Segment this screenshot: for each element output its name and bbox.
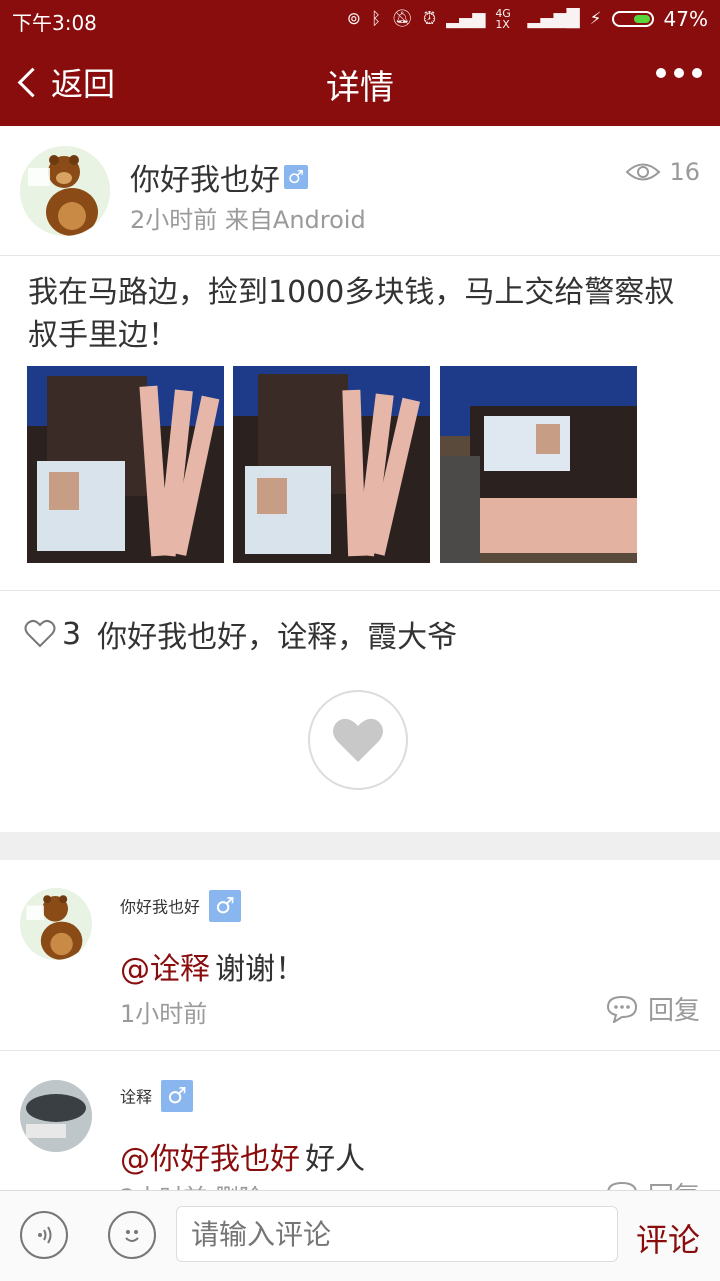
status-icons: ⊚ ᛒ 🔕︎ ⏰︎ ▂▄▆ 4G 1X ▂▄▆█ ⚡︎ 47%	[347, 7, 708, 31]
battery-percent: 47%	[663, 7, 708, 31]
divider	[0, 255, 720, 256]
comment-body: @诠释 谢谢！	[120, 944, 305, 988]
page-title: 详情	[326, 68, 394, 108]
comment-text: 好人	[305, 1142, 366, 1177]
male-gender-icon: ♂	[284, 165, 308, 189]
network-type-label: 4G 1X	[495, 7, 511, 31]
reply-button[interactable]: 回复	[606, 990, 700, 1027]
view-count-value: 16	[669, 158, 700, 186]
like-count: 3	[62, 616, 82, 652]
voice-icon	[38, 1226, 52, 1244]
status-time: 下午3:08	[12, 11, 97, 35]
post-photo[interactable]	[27, 366, 224, 563]
post-meta: 2小时前 来自Android	[130, 206, 366, 234]
mute-icon: 🔕︎	[391, 9, 413, 29]
mention-link[interactable]: @你好我也好	[120, 1142, 300, 1177]
comment-author-name[interactable]: 你好我也好 ♂	[120, 890, 242, 922]
more-dot-icon	[656, 68, 666, 78]
hotspot-icon: ⊚	[346, 9, 362, 29]
heart-icon	[333, 718, 383, 762]
more-dot-icon	[674, 68, 684, 78]
likes-summary: 3 你好我也好，诠释，霞大爷	[24, 612, 457, 656]
submit-comment-button[interactable]: 评论	[636, 1215, 700, 1261]
male-gender-icon: ♂	[209, 890, 242, 922]
comment-author-name-text: 诠释	[120, 1087, 153, 1107]
liked-by-list: 你好我也好，诠释，霞大爷	[97, 620, 458, 655]
cell-signal-icon: ▂▄▆█	[527, 9, 580, 29]
voice-input-button[interactable]	[20, 1211, 68, 1259]
male-gender-icon: ♂	[161, 1080, 194, 1112]
status-bar: 下午3:08 ⊚ ᛒ 🔕︎ ⏰︎ ▂▄▆ 4G 1X ▂▄▆█ ⚡︎ 47%	[0, 0, 720, 38]
reply-label: 回复	[647, 996, 700, 1026]
comment-body: @你好我也好 好人	[120, 1134, 365, 1178]
charging-icon: ⚡︎	[589, 9, 602, 29]
view-count: 16	[625, 158, 700, 186]
post-photo[interactable]	[440, 366, 637, 563]
comment-author-avatar[interactable]	[20, 888, 92, 960]
mention-link[interactable]: @诠释	[120, 952, 210, 987]
divider	[0, 590, 720, 591]
comment-author-avatar[interactable]	[20, 1080, 92, 1152]
comment-author-name-text: 你好我也好	[120, 897, 201, 917]
comment-bubble-icon	[606, 995, 637, 1023]
heart-outline-icon	[24, 619, 56, 648]
post-author-avatar[interactable]	[20, 146, 110, 236]
comment-composer: 评论	[0, 1190, 720, 1281]
smiley-icon	[125, 1230, 139, 1242]
emoji-button[interactable]	[108, 1211, 156, 1259]
alarm-icon: ⏰︎	[422, 9, 437, 29]
signal-bars-icon: ▂▄▆	[446, 9, 486, 29]
post-photo[interactable]	[233, 366, 430, 563]
like-button[interactable]	[308, 690, 408, 790]
comment-input[interactable]	[176, 1206, 618, 1262]
post-author-name[interactable]: 你好我也好 ♂	[130, 155, 308, 199]
divider	[0, 1050, 720, 1051]
bluetooth-icon: ᛒ	[371, 9, 382, 29]
comment-author-name[interactable]: 诠释 ♂	[120, 1080, 194, 1112]
eye-icon	[625, 163, 661, 181]
post-text: 我在马路边，捡到1000多块钱，马上交给警察叔叔手里边！	[28, 275, 675, 353]
comment-text: 谢谢！	[215, 952, 306, 987]
battery-icon	[611, 11, 654, 27]
more-menu-button[interactable]	[656, 68, 702, 78]
nav-bar: 返回 详情	[0, 38, 720, 126]
section-separator	[0, 832, 720, 860]
more-dot-icon	[692, 68, 702, 78]
comment-time: 1小时前	[120, 1000, 208, 1028]
post-author-name-text: 你好我也好	[130, 163, 280, 198]
